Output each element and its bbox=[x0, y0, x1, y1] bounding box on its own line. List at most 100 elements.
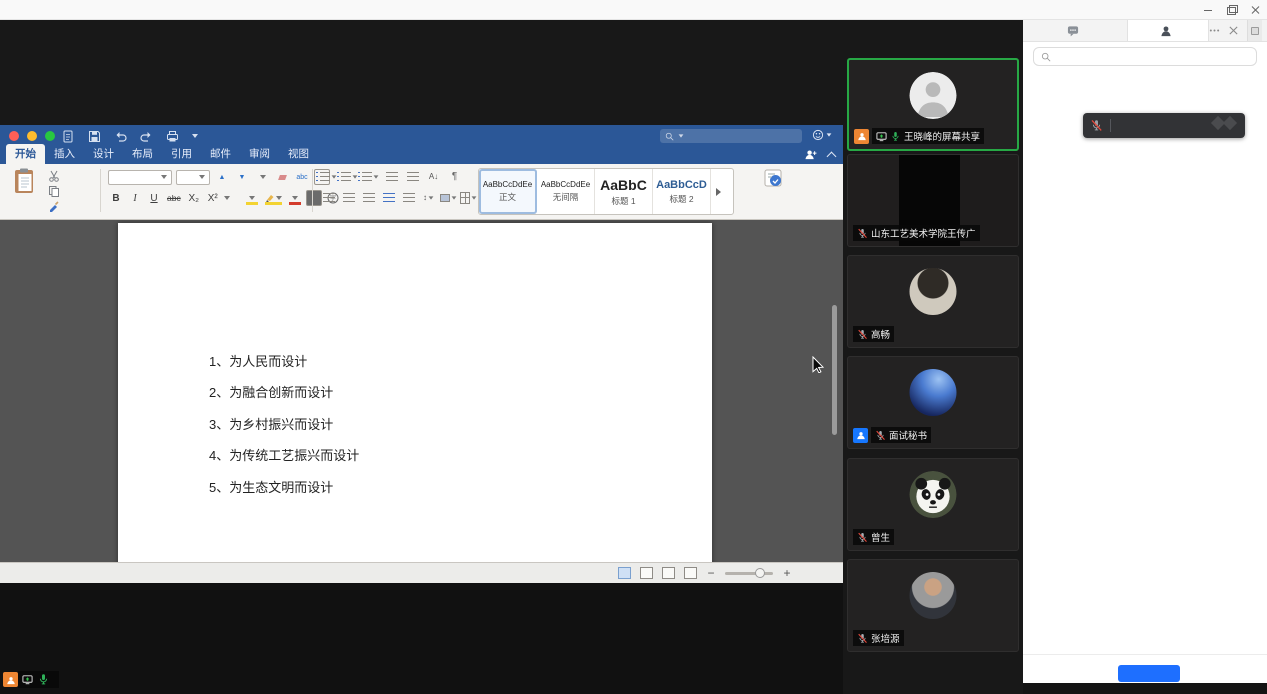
zoom-slider[interactable] bbox=[725, 572, 773, 575]
sort-button[interactable]: A↓ bbox=[425, 169, 442, 184]
video-thumbnail[interactable]: 山东工艺美术学院王传广 bbox=[847, 154, 1019, 247]
styles-pane-button[interactable] bbox=[756, 169, 790, 193]
new-document-icon[interactable] bbox=[62, 130, 75, 143]
align-left-button[interactable] bbox=[320, 190, 337, 205]
print-icon[interactable] bbox=[166, 130, 179, 143]
member-search-input[interactable] bbox=[1033, 47, 1257, 66]
draft-view-button[interactable] bbox=[684, 567, 697, 579]
tab-members[interactable] bbox=[1127, 20, 1209, 41]
text-format-button[interactable]: B bbox=[108, 190, 124, 206]
thumb-mic-icon bbox=[857, 329, 868, 340]
mac-zoom-button[interactable] bbox=[45, 131, 55, 141]
document-search-box[interactable] bbox=[660, 129, 802, 143]
video-thumbnail[interactable]: 张培源 bbox=[847, 559, 1019, 652]
zoom-slider-thumb[interactable] bbox=[755, 568, 765, 578]
document-list-item: 2、为融合创新而设计 bbox=[209, 382, 333, 401]
close-button[interactable] bbox=[1251, 5, 1261, 15]
word-ribbon-tab[interactable]: 引用 bbox=[162, 144, 201, 164]
mac-minimize-button[interactable] bbox=[27, 131, 37, 141]
zoom-out-button[interactable]: − bbox=[706, 566, 716, 580]
outline-view-button[interactable] bbox=[662, 567, 675, 579]
underline-style-caret-icon[interactable] bbox=[224, 196, 230, 200]
text-format-button[interactable]: abc bbox=[165, 190, 183, 206]
document-list-item: 5、为生态文明而设计 bbox=[209, 477, 333, 496]
grow-font-button[interactable]: ▲ bbox=[214, 169, 230, 185]
collapse-ribbon-icon[interactable] bbox=[828, 151, 836, 159]
word-ribbon-tab[interactable]: 设计 bbox=[84, 144, 123, 164]
paste-button[interactable] bbox=[8, 168, 42, 214]
web-layout-view-button[interactable] bbox=[640, 567, 653, 579]
unmute-button[interactable] bbox=[1118, 665, 1180, 682]
print-layout-view-button[interactable] bbox=[618, 567, 631, 579]
minimize-button[interactable] bbox=[1203, 5, 1213, 15]
highlight-button[interactable] bbox=[263, 190, 284, 206]
document-canvas[interactable]: 1、为人民而设计2、为融合创新而设计3、为乡村振兴而设计4、为传统工艺振兴而设计… bbox=[0, 220, 843, 562]
font-name-select[interactable] bbox=[108, 170, 172, 185]
numbered-list-button[interactable] bbox=[341, 169, 358, 184]
style-gallery-more-icon[interactable] bbox=[711, 169, 725, 214]
style-preview: AaBbCcDdEe bbox=[483, 180, 532, 189]
show-marks-button[interactable] bbox=[446, 169, 463, 184]
style-gallery-item[interactable]: AaBbCcDdEe 无间隔 bbox=[537, 169, 595, 214]
distribute-button[interactable] bbox=[400, 190, 417, 205]
cut-icon[interactable] bbox=[48, 170, 60, 182]
borders-button[interactable] bbox=[460, 190, 477, 205]
panel-collapse-rail[interactable] bbox=[1247, 20, 1262, 41]
person-icon bbox=[856, 430, 866, 440]
toolbar-options-caret-icon[interactable] bbox=[192, 134, 198, 138]
style-gallery-item[interactable]: AaBbC 标题 1 bbox=[595, 169, 653, 214]
close-panel-icon[interactable] bbox=[1228, 25, 1239, 36]
video-thumbnail[interactable]: 王晓峰的屏幕共享 bbox=[847, 58, 1019, 151]
mac-close-button[interactable] bbox=[9, 131, 19, 141]
clear-formatting-button[interactable] bbox=[274, 169, 290, 185]
word-ribbon-tab[interactable]: 邮件 bbox=[201, 144, 240, 164]
word-ribbon-tab[interactable]: 视图 bbox=[279, 144, 318, 164]
word-ribbon-tab[interactable]: 审阅 bbox=[240, 144, 279, 164]
more-options-icon[interactable] bbox=[1209, 25, 1220, 36]
font-color-button[interactable] bbox=[287, 190, 303, 206]
font-format-row: BIUabcX₂X² 字 bbox=[108, 190, 341, 206]
shading-button[interactable] bbox=[440, 190, 457, 205]
video-thumbnail[interactable]: 曾生 bbox=[847, 458, 1019, 551]
shrink-font-button[interactable]: ▼ bbox=[234, 169, 250, 185]
multilevel-list-button[interactable] bbox=[362, 169, 379, 184]
change-case-button[interactable] bbox=[254, 169, 270, 185]
text-format-button[interactable]: U bbox=[146, 190, 162, 206]
line-spacing-button[interactable]: ↕ bbox=[420, 190, 437, 205]
bullet-list-button[interactable] bbox=[320, 169, 337, 184]
tab-chat[interactable] bbox=[1023, 20, 1127, 41]
justify-button[interactable] bbox=[380, 190, 397, 205]
word-ribbon-tab[interactable]: 插入 bbox=[45, 144, 84, 164]
style-gallery-item[interactable]: AaBbCcD 标题 2 bbox=[653, 169, 711, 214]
increase-indent-button[interactable] bbox=[404, 169, 421, 184]
text-format-button[interactable]: X² bbox=[205, 190, 221, 206]
member-badge-blue bbox=[853, 428, 868, 443]
word-ribbon: ▲ ▼ abc BIUabcX₂X² 字 bbox=[0, 164, 843, 220]
thumbnail-avatar bbox=[910, 268, 957, 315]
feedback-smiley-icon[interactable] bbox=[812, 129, 832, 141]
style-gallery-item[interactable]: AaBbCcDdEe 正文 bbox=[479, 169, 537, 214]
phonetic-guide-button[interactable]: abc bbox=[294, 169, 310, 185]
word-ribbon-tab[interactable]: 布局 bbox=[123, 144, 162, 164]
redo-icon[interactable] bbox=[140, 130, 153, 143]
save-icon[interactable] bbox=[88, 130, 101, 143]
font-size-select[interactable] bbox=[176, 170, 210, 185]
document-scrollbar[interactable] bbox=[832, 305, 837, 435]
word-ribbon-tab[interactable]: 开始 bbox=[6, 144, 45, 164]
decrease-indent-button[interactable] bbox=[383, 169, 400, 184]
undo-icon[interactable] bbox=[114, 130, 127, 143]
text-effects-button[interactable] bbox=[244, 190, 260, 206]
text-format-button[interactable]: I bbox=[127, 190, 143, 206]
screen-share-icon bbox=[876, 131, 887, 142]
video-thumbnail[interactable]: 高畅 bbox=[847, 255, 1019, 348]
restore-button[interactable] bbox=[1227, 5, 1237, 15]
zoom-in-button[interactable]: + bbox=[782, 566, 792, 580]
highlighter-icon bbox=[265, 193, 275, 203]
video-thumbnail[interactable]: 面试秘书 bbox=[847, 356, 1019, 449]
copy-icon[interactable] bbox=[48, 185, 60, 197]
align-right-button[interactable] bbox=[360, 190, 377, 205]
align-center-button[interactable] bbox=[340, 190, 357, 205]
format-painter-icon[interactable] bbox=[48, 200, 60, 212]
share-button[interactable] bbox=[804, 149, 821, 160]
text-format-button[interactable]: X₂ bbox=[186, 190, 202, 206]
